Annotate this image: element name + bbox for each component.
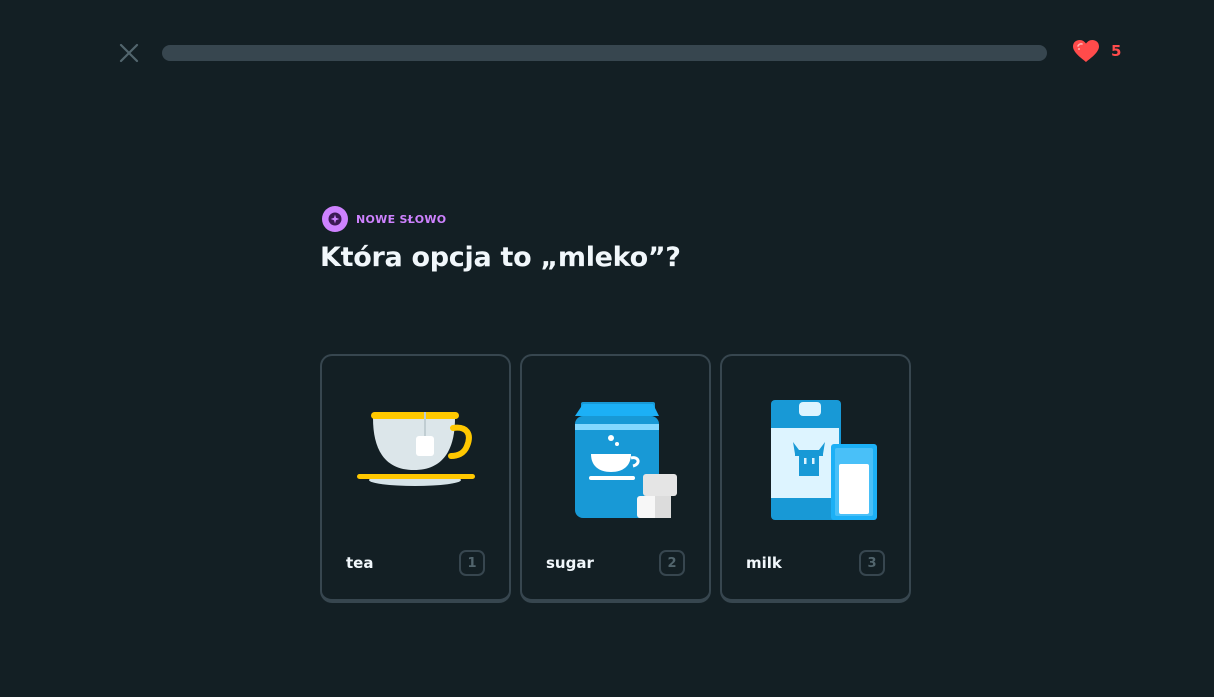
choice-label: milk (746, 554, 782, 572)
milk-carton-icon (770, 400, 877, 520)
choice-label: tea (346, 554, 374, 572)
new-word-badge: NOWE SŁOWO (322, 206, 446, 232)
teacup-icon (356, 412, 475, 486)
choice-card-sugar[interactable]: sugar 2 (520, 354, 711, 603)
choice-card-tea[interactable]: tea 1 (320, 354, 511, 603)
sugar-bag-icon (574, 402, 677, 518)
lesson-screen: 5 NOWE SŁOWO Która opcja to „mleko”? tea… (0, 0, 1214, 697)
choice-list: tea 1 sugar 2 milk 3 (320, 354, 911, 603)
close-button[interactable] (116, 40, 142, 66)
choice-card-milk[interactable]: milk 3 (720, 354, 911, 603)
new-word-label: NOWE SŁOWO (356, 212, 447, 226)
choice-illustration (322, 390, 509, 530)
choice-shortcut-key: 1 (459, 550, 485, 576)
choice-shortcut-key: 3 (859, 550, 885, 576)
hearts-count: 5 (1111, 42, 1122, 60)
close-icon (119, 43, 139, 63)
question-title: Która opcja to „mleko”? (320, 242, 681, 273)
choice-shortcut-key: 2 (659, 550, 685, 576)
choice-label: sugar (546, 554, 594, 572)
heart-icon (1073, 40, 1099, 62)
hearts-counter[interactable]: 5 (1071, 38, 1121, 64)
choice-illustration (722, 390, 909, 530)
choice-illustration (522, 390, 709, 530)
new-word-icon (322, 206, 348, 232)
lesson-progress-bar (162, 45, 1047, 61)
